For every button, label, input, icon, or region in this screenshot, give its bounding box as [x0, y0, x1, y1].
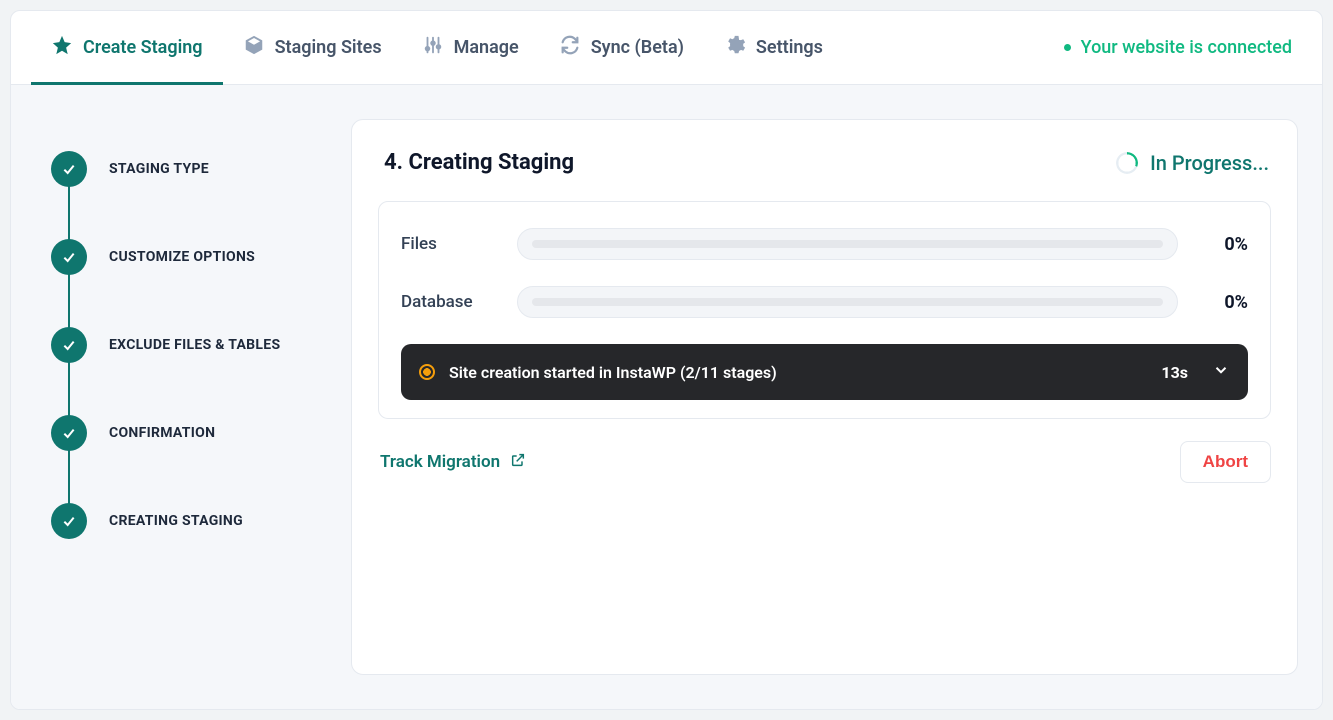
step-label: Creating Staging: [109, 513, 243, 529]
step-customize-options[interactable]: Customize Options: [51, 213, 327, 301]
progress-row-files: Files 0%: [401, 228, 1248, 260]
app-panel: Create Staging Staging Sites Manage: [10, 10, 1323, 710]
tab-label: Manage: [454, 37, 519, 58]
tab-sync[interactable]: Sync (Beta): [539, 11, 704, 84]
link-text: Track Migration: [380, 452, 500, 472]
status-dot-icon: [1064, 44, 1071, 51]
check-icon: [51, 503, 87, 539]
log-message: Site creation started in InstaWP (2/11 s…: [449, 363, 1147, 382]
main-area: 4. Creating Staging In Progress... Files…: [351, 85, 1322, 709]
step-label: Exclude Files & Tables: [109, 337, 280, 353]
step-label: Staging Type: [109, 161, 209, 177]
step-creating-staging[interactable]: Creating Staging: [51, 477, 327, 565]
abort-button[interactable]: Abort: [1180, 441, 1271, 483]
card-title: 4. Creating Staging: [384, 150, 574, 175]
sliders-icon: [422, 34, 444, 61]
check-icon: [51, 151, 87, 187]
track-migration-link[interactable]: Track Migration: [380, 452, 526, 473]
progress-percent-database: 0%: [1198, 292, 1248, 313]
progress-bar-files: [517, 228, 1178, 260]
cube-icon: [243, 34, 265, 61]
gear-icon: [724, 34, 746, 61]
progress-bar-database: [517, 286, 1178, 318]
spinner-icon: [1116, 152, 1138, 174]
sync-icon: [559, 34, 581, 61]
tab-staging-sites[interactable]: Staging Sites: [223, 11, 402, 84]
check-icon: [51, 327, 87, 363]
tab-label: Create Staging: [83, 37, 203, 58]
content-body: Staging Type Customize Options Exclude F…: [11, 85, 1322, 709]
pulse-icon: [419, 364, 435, 380]
star-icon: [51, 34, 73, 61]
step-label: Confirmation: [109, 425, 215, 441]
in-progress-status: In Progress...: [1116, 151, 1269, 175]
tab-manage[interactable]: Manage: [402, 11, 539, 84]
connection-status-text: Your website is connected: [1081, 37, 1292, 58]
log-row[interactable]: Site creation started in InstaWP (2/11 s…: [401, 344, 1248, 400]
step-label: Customize Options: [109, 249, 255, 265]
check-icon: [51, 239, 87, 275]
external-link-icon: [510, 452, 526, 473]
wizard-stepper: Staging Type Customize Options Exclude F…: [11, 85, 351, 709]
connection-status: Your website is connected: [1064, 37, 1302, 58]
tab-label: Staging Sites: [275, 37, 382, 58]
step-exclude[interactable]: Exclude Files & Tables: [51, 301, 327, 389]
progress-percent-files: 0%: [1198, 234, 1248, 255]
tab-settings[interactable]: Settings: [704, 11, 843, 84]
tab-bar: Create Staging Staging Sites Manage: [11, 11, 1322, 85]
tab-label: Sync (Beta): [591, 37, 684, 58]
tab-create-staging[interactable]: Create Staging: [31, 11, 223, 84]
log-elapsed: 13s: [1161, 363, 1188, 382]
progress-label: Database: [401, 292, 497, 312]
progress-box: Files 0% Database 0%: [378, 201, 1271, 419]
check-icon: [51, 415, 87, 451]
tab-label: Settings: [756, 37, 823, 58]
progress-row-database: Database 0%: [401, 286, 1248, 318]
step-confirmation[interactable]: Confirmation: [51, 389, 327, 477]
step-staging-type[interactable]: Staging Type: [51, 125, 327, 213]
chevron-down-icon: [1212, 361, 1230, 383]
status-text: In Progress...: [1150, 151, 1269, 175]
creating-staging-card: 4. Creating Staging In Progress... Files…: [351, 119, 1298, 675]
progress-label: Files: [401, 234, 497, 254]
